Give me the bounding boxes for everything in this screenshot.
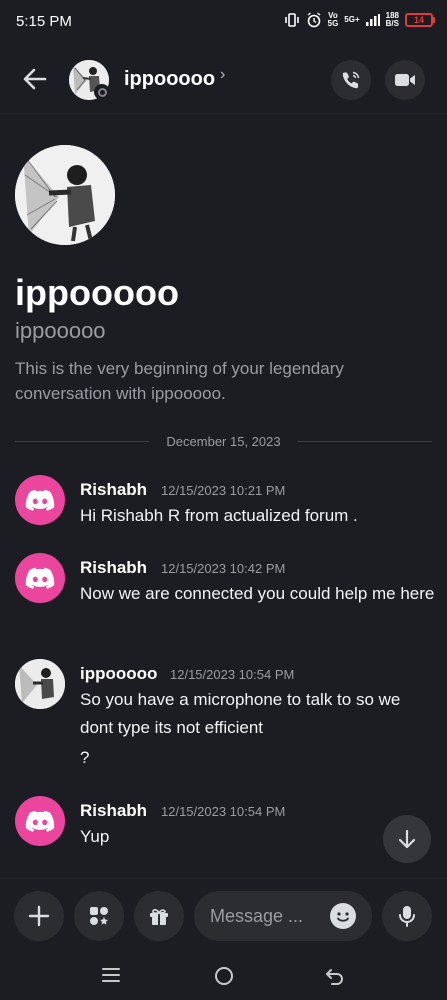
message-timestamp: 12/15/2023 10:54 PM	[170, 667, 295, 682]
plus-icon	[28, 905, 50, 927]
message-avatar[interactable]	[15, 553, 65, 603]
discord-logo-icon	[25, 810, 55, 832]
message-timestamp: 12/15/2023 10:54 PM	[161, 804, 286, 819]
message-timestamp: 12/15/2023 10:42 PM	[161, 561, 286, 576]
network-type: 5G+	[344, 15, 360, 24]
apps-icon	[90, 907, 108, 925]
back-button[interactable]	[18, 62, 52, 96]
signal-icon	[365, 14, 380, 26]
message-text: ?	[80, 748, 90, 767]
system-nav-bar	[0, 950, 447, 1000]
message-text: Yup	[80, 827, 110, 846]
apps-button[interactable]	[74, 891, 124, 941]
video-call-button[interactable]	[385, 60, 425, 100]
microphone-icon	[399, 906, 415, 927]
presence-indicator	[94, 84, 110, 100]
system-back-button[interactable]	[324, 965, 346, 992]
recent-apps-button[interactable]	[100, 966, 122, 989]
message-avatar[interactable]	[15, 475, 65, 525]
message-text: Now we are connected you could help me h…	[80, 584, 435, 603]
video-camera-icon	[395, 74, 415, 86]
profile-username: ippooooo	[15, 318, 106, 343]
profile-display-name: ippooooo	[15, 272, 179, 313]
message-author[interactable]: Rishabh	[80, 480, 147, 500]
status-icons: Vo 5G 5G+ 188 B/S 14	[284, 11, 435, 28]
header-username[interactable]: ippooooo	[124, 68, 215, 91]
message-avatar[interactable]	[15, 659, 65, 709]
message-composer	[0, 878, 447, 950]
message-timestamp: 12/15/2023 10:21 PM	[161, 483, 286, 498]
discord-logo-icon	[25, 489, 55, 511]
arrow-left-icon	[23, 68, 47, 90]
status-bar: 5:15 PM Vo 5G 5G+ 188 B/S 14	[0, 0, 447, 42]
user-photo-icon	[15, 659, 65, 709]
date-divider: December 15, 2023	[0, 434, 447, 449]
emoji-button[interactable]	[330, 903, 356, 929]
message-author[interactable]: Rishabh	[80, 801, 147, 821]
gift-icon	[150, 909, 168, 925]
status-time: 5:15 PM	[16, 13, 72, 30]
message-avatar[interactable]	[15, 796, 65, 846]
vibrate-icon	[284, 13, 299, 27]
message-author[interactable]: Rishabh	[80, 558, 147, 578]
menu-icon	[102, 968, 120, 982]
arrow-down-icon	[398, 829, 416, 849]
message-text: Hi Rishabh R from actualized forum .	[80, 506, 358, 525]
chevron-right-icon[interactable]: ›	[220, 66, 225, 84]
user-photo-icon	[15, 145, 115, 245]
message-text: So you have a microphone to talk to so w…	[80, 690, 401, 737]
attach-button[interactable]	[14, 891, 64, 941]
message-author[interactable]: ippooooo	[80, 664, 157, 684]
conversation-intro: This is the very beginning of your legen…	[15, 359, 344, 403]
voice-message-button[interactable]	[382, 891, 432, 941]
jump-to-bottom-button[interactable]	[383, 815, 431, 863]
net-speed: 188 B/S	[385, 11, 399, 28]
battery-indicator: 14	[405, 13, 435, 27]
voice-call-button[interactable]	[331, 60, 371, 100]
phone-icon	[342, 71, 360, 89]
smiley-icon	[331, 904, 355, 928]
gift-button[interactable]	[134, 891, 184, 941]
chat-header: ippooooo ›	[0, 42, 447, 114]
home-button[interactable]	[213, 965, 235, 992]
alarm-icon	[307, 12, 321, 28]
back-icon	[326, 969, 343, 985]
home-circle-icon	[215, 967, 233, 985]
volte-indicator: Vo 5G	[327, 11, 339, 28]
profile-avatar[interactable]	[15, 145, 115, 245]
discord-logo-icon	[25, 567, 55, 589]
